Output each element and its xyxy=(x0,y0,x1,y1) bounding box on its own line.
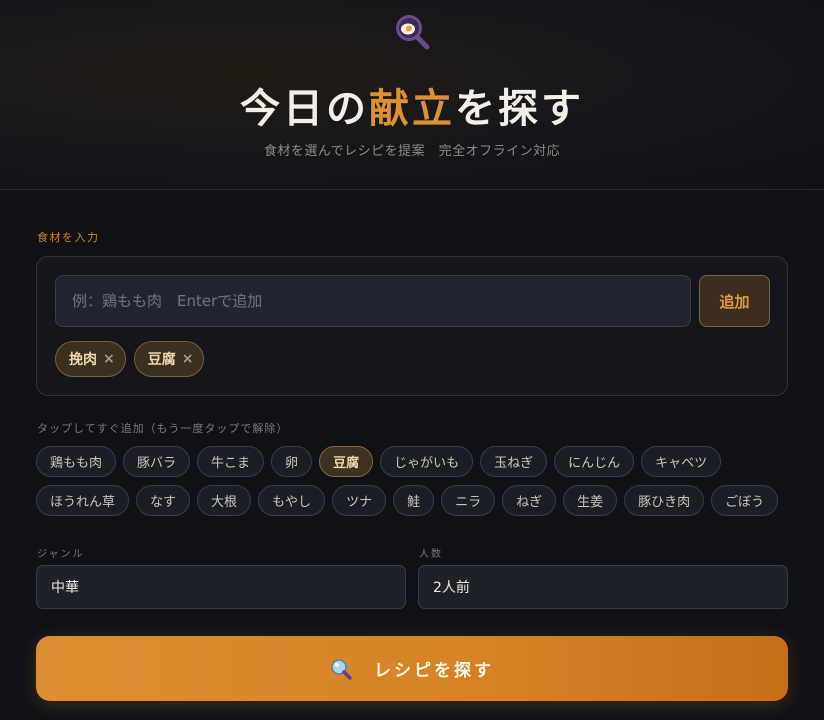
ingredient-chip[interactable]: ほうれん草 xyxy=(36,485,130,516)
ingredient-chip[interactable]: ねぎ xyxy=(502,485,557,516)
ingredient-chip[interactable]: にんじん xyxy=(554,446,635,477)
ingredient-input[interactable] xyxy=(55,275,691,327)
ingredient-chip[interactable]: 牛こま xyxy=(197,446,265,477)
ingredient-chip[interactable]: 鮭 xyxy=(393,485,435,516)
add-ingredient-button[interactable]: 追加 xyxy=(699,275,770,327)
page-subtitle: 食材を選んでレシピを提案 完全オフライン対応 xyxy=(263,144,561,159)
ingredient-chip[interactable]: ニラ xyxy=(441,485,496,516)
magnifier-icon xyxy=(331,658,352,680)
selected-ingredient-tag: 豆腐 × xyxy=(133,341,205,377)
search-recipes-button[interactable]: レシピを探す xyxy=(36,636,788,701)
ingredient-chip[interactable]: 生姜 xyxy=(563,485,618,516)
selected-ingredient-label: 挽肉 xyxy=(69,352,97,368)
ingredient-chip[interactable]: キャベツ xyxy=(641,446,722,477)
ingredient-chip[interactable]: 豚ひき肉 xyxy=(624,485,705,516)
quick-add-chips: 鶏もも肉 豚バラ 牛こま 卵 豆腐 じゃがいも 玉ねぎ にんじん キャベツ ほう… xyxy=(36,446,788,516)
genre-select[interactable]: 中華 xyxy=(36,565,406,609)
selected-ingredient-label: 豆腐 xyxy=(147,352,176,368)
header: 今日の献立を探す 食材を選んでレシピを提案 完全オフライン対応 xyxy=(0,0,824,190)
quick-add-label: タップしてすぐ追加（もう一度タップで解除） xyxy=(37,422,289,435)
page-title: 今日の献立を探す xyxy=(240,85,584,132)
genre-label: ジャンル xyxy=(37,549,85,560)
ingredient-chip[interactable]: じゃがいも xyxy=(380,446,474,477)
remove-tag-icon[interactable]: × xyxy=(103,351,115,367)
ingredient-chip[interactable]: 卵 xyxy=(271,446,313,477)
ingredient-chip[interactable]: ツナ xyxy=(332,485,387,516)
servings-label: 人数 xyxy=(419,549,443,560)
selected-ingredients: 挽肉 × 豆腐 × xyxy=(55,341,205,377)
selected-ingredient-tag: 挽肉 × xyxy=(55,341,126,377)
ingredient-chip-active[interactable]: 豆腐 xyxy=(319,446,374,477)
ingredient-chip[interactable]: ごぼう xyxy=(711,485,779,516)
ingredient-section-label: 食材を入力 xyxy=(37,231,100,244)
ingredient-chip[interactable]: 鶏もも肉 xyxy=(36,446,117,477)
ingredient-chip[interactable]: なす xyxy=(136,485,191,516)
ingredient-chip[interactable]: もやし xyxy=(258,485,326,516)
remove-tag-icon[interactable]: × xyxy=(182,351,194,367)
servings-value: 2人前 xyxy=(433,580,470,596)
ingredient-chip[interactable]: 大根 xyxy=(197,485,252,516)
genre-value: 中華 xyxy=(51,580,79,596)
search-recipes-label: レシピを探す xyxy=(374,661,494,681)
servings-select[interactable]: 2人前 xyxy=(418,565,788,609)
ingredient-panel: 追加 挽肉 × 豆腐 × xyxy=(36,256,788,396)
ingredient-chip[interactable]: 豚バラ xyxy=(123,446,191,477)
ingredient-chip[interactable]: 玉ねぎ xyxy=(480,446,548,477)
magnifier-with-egg-icon xyxy=(396,15,430,50)
